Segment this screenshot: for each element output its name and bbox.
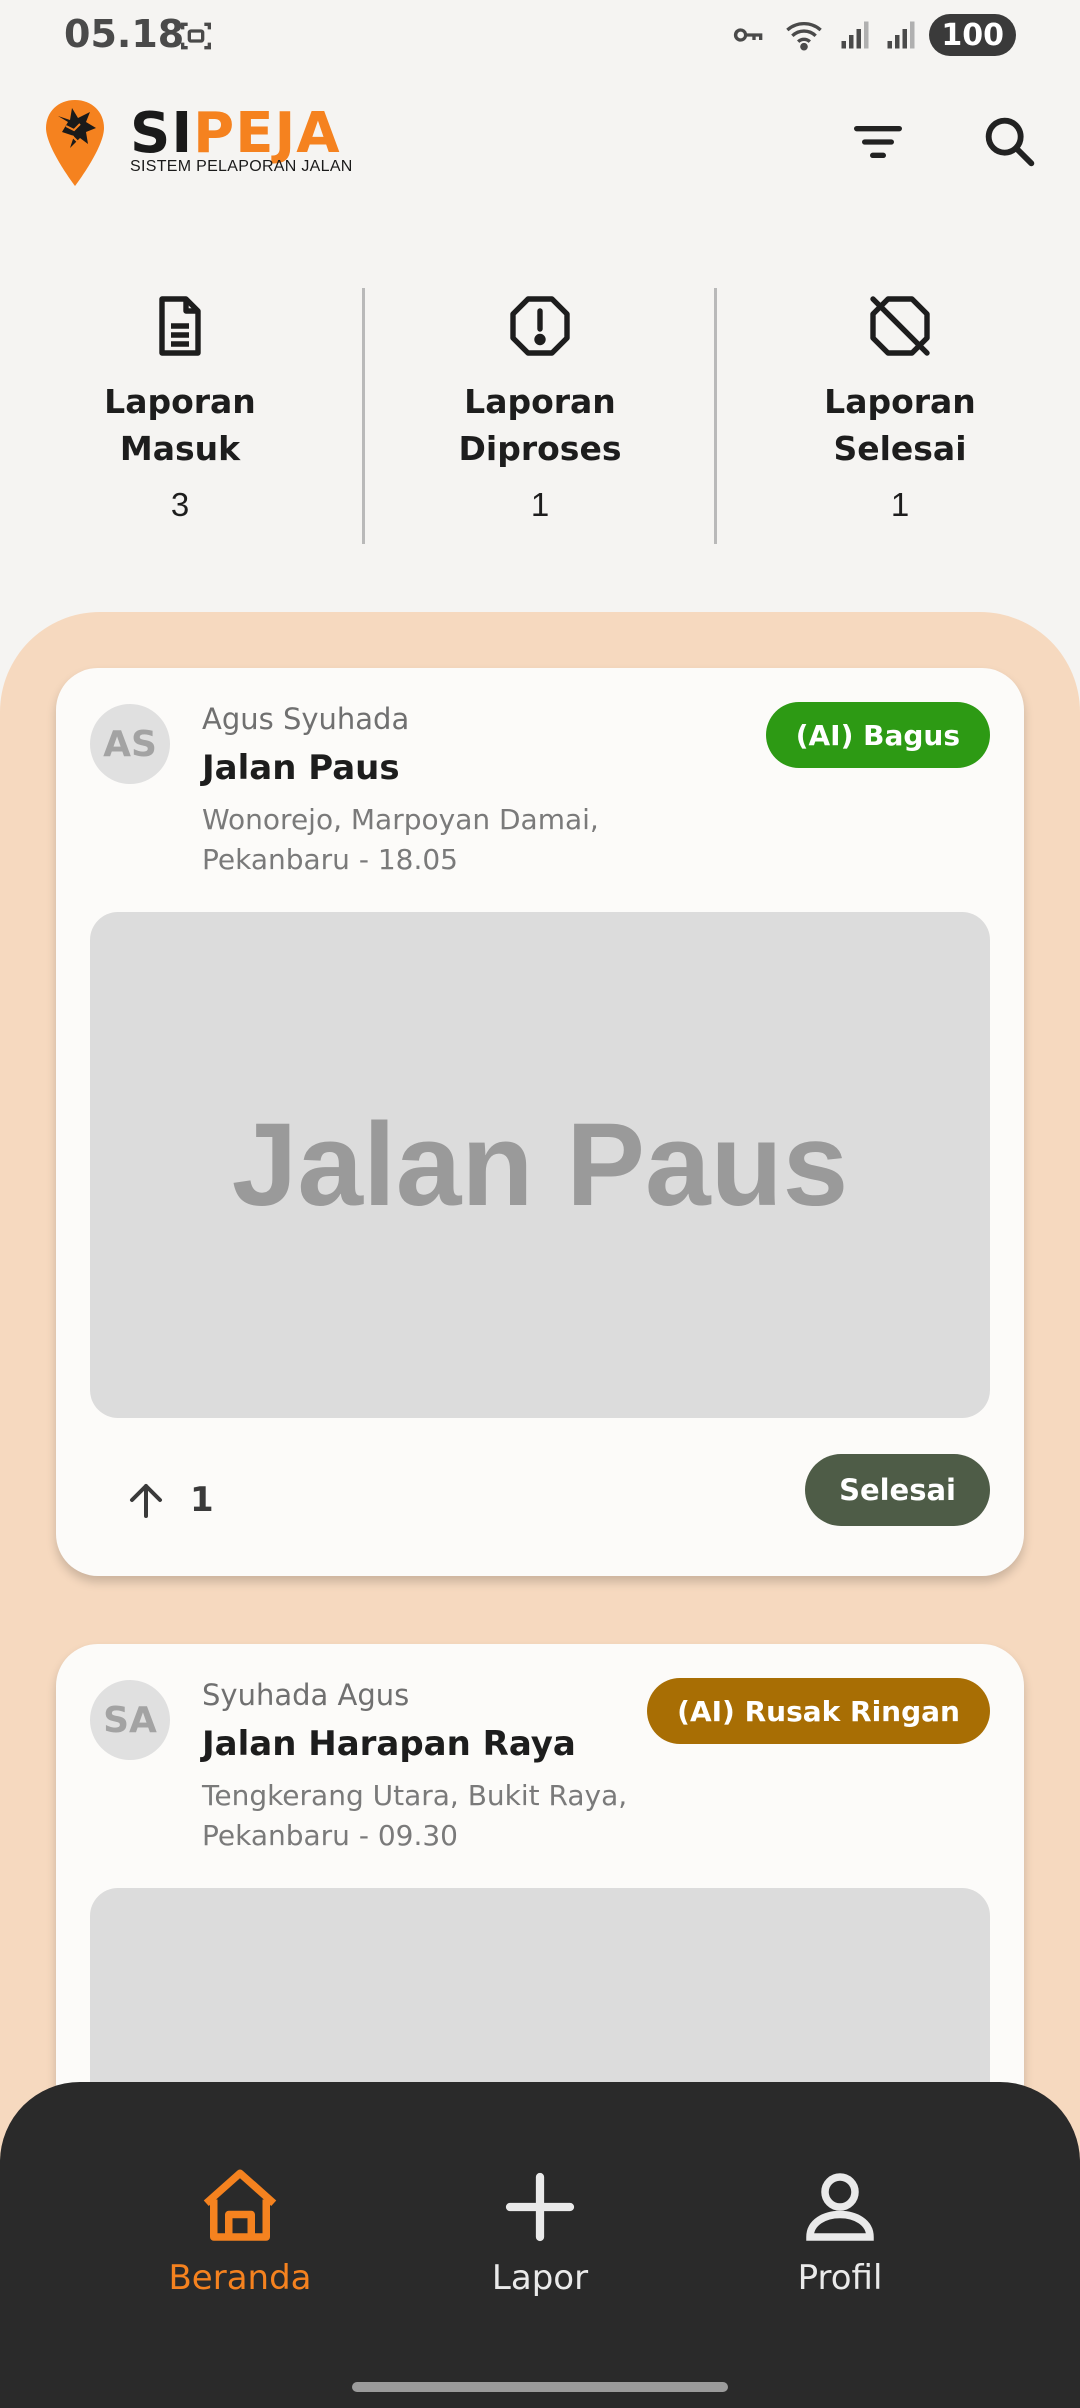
vpn-key-icon — [734, 28, 763, 42]
plus-icon — [505, 2172, 575, 2242]
stat-count: 1 — [530, 486, 550, 523]
logo-subtitle: SISTEM PELAPORAN JALAN — [130, 158, 353, 175]
stat-label: Laporan Diproses — [458, 382, 622, 468]
avatar: SA — [90, 1680, 170, 1760]
logo-si: SI — [130, 101, 194, 166]
nav-label: Profil — [797, 2258, 883, 2298]
gesture-home-indicator[interactable] — [352, 2382, 728, 2392]
status-bar: 05.18 100 — [0, 0, 1080, 72]
arrow-up-icon — [130, 1484, 162, 1518]
stat-divider — [362, 288, 365, 544]
report-road-name: Jalan Harapan Raya — [202, 1724, 576, 1764]
upvote-button[interactable]: 1 — [122, 1476, 214, 1524]
stat-laporan-diproses[interactable]: Laporan Diproses 1 — [360, 270, 720, 550]
bottom-navigation: Beranda Lapor Profil — [0, 2082, 1080, 2408]
ai-condition-badge: (AI) Bagus — [765, 702, 990, 768]
report-location: Tengkerang Utara, Bukit Raya, Pekanbaru … — [202, 1779, 628, 1852]
stat-label: Laporan Selesai — [824, 382, 976, 468]
stat-laporan-selesai[interactable]: Laporan Selesai 1 — [720, 270, 1080, 550]
report-road-name: Jalan Paus — [202, 748, 400, 788]
stat-laporan-masuk[interactable]: Laporan Masuk 3 — [0, 270, 360, 550]
status-icons: 100 — [727, 14, 1016, 56]
screenshot-icon — [181, 22, 211, 50]
signal-icon-2 — [887, 21, 915, 49]
home-icon — [203, 2169, 277, 2241]
wifi-icon — [786, 22, 823, 51]
stat-label: Laporan Masuk — [104, 382, 256, 468]
nav-profil[interactable]: Profil — [710, 2162, 970, 2298]
status-time: 05.18 — [64, 12, 185, 56]
battery-indicator: 100 — [929, 14, 1016, 56]
status-button[interactable]: Selesai — [805, 1454, 990, 1526]
report-photo[interactable]: Jalan Paus — [90, 912, 990, 1418]
nav-label: Lapor — [491, 2258, 589, 2298]
report-author: Agus Syuhada — [202, 702, 410, 736]
stat-divider — [714, 288, 717, 544]
ai-condition-badge: (AI) Rusak Ringan — [647, 1678, 990, 1744]
sipeja-logo-icon — [46, 100, 104, 186]
photo-placeholder-text: Jalan Paus — [231, 1099, 849, 1231]
search-icon[interactable] — [978, 110, 1042, 174]
logo-peja: PEJA — [193, 101, 341, 166]
signal-icon — [841, 21, 869, 49]
report-location: Wonorejo, Marpoyan Damai, Pekanbaru - 18… — [202, 803, 599, 876]
document-icon — [159, 296, 201, 356]
filter-icon[interactable] — [846, 110, 910, 174]
app-logo-text: SIPEJA — [130, 106, 341, 162]
report-author: Syuhada Agus — [202, 1678, 410, 1712]
nav-label: Beranda — [168, 2258, 312, 2298]
upvote-count: 1 — [190, 1480, 214, 1520]
stat-count: 1 — [890, 486, 910, 523]
octagon-off-icon — [870, 296, 930, 356]
avatar: AS — [90, 704, 170, 784]
alert-octagon-icon — [510, 296, 570, 356]
report-card[interactable]: AS Agus Syuhada Jalan Paus Wonorejo, Mar… — [56, 668, 1024, 1576]
stat-count: 3 — [170, 486, 190, 523]
app-header: SIPEJA SISTEM PELAPORAN JALAN — [0, 90, 1080, 200]
report-stats: Laporan Masuk 3 Laporan Diproses 1 Lapor… — [0, 270, 1080, 550]
person-icon — [806, 2173, 874, 2241]
nav-lapor[interactable]: Lapor — [410, 2162, 670, 2298]
nav-beranda[interactable]: Beranda — [110, 2162, 370, 2298]
